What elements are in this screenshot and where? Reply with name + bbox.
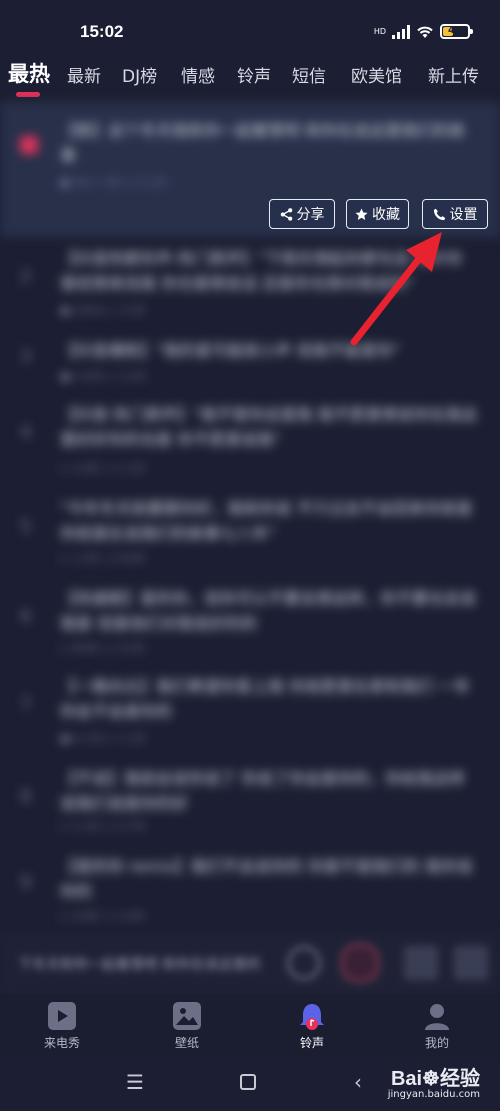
share-label: 分享 (296, 207, 325, 223)
ringtone-meta: ▷ 2.8万 ♫ 1.6万 (60, 910, 146, 923)
nav-label: 来电秀 (43, 1036, 80, 1050)
list-item[interactable]: 9 【爱的你 remix】我们不会说你的 你是不是我们的 我你说你的 ▷ 2.8… (0, 852, 500, 932)
set-ringtone-button[interactable]: 设置 (422, 199, 488, 229)
nav-caller-show[interactable]: 来电秀 (22, 1002, 102, 1051)
ringtone-title: "今年冬天就要跟你好，我和你说 不只过去不会回来你就是 你就是在说我们的故事七八… (60, 499, 473, 543)
mini-player: 下冬天和你一起看雪吧 和你在说这里的 (0, 932, 500, 994)
tab-ringtone[interactable]: 铃声 (237, 62, 271, 87)
home-icon[interactable] (240, 1074, 256, 1090)
ringtone-meta: ▷ 1.6万 ♫ 1.1万 (60, 462, 146, 475)
watermark-logo: Bai☸经验 (390, 1068, 480, 1090)
playlist-icon[interactable] (404, 946, 438, 980)
watermark-url: jingyan.baidu.com (387, 1089, 480, 1100)
tab-sms[interactable]: 短信 (292, 62, 326, 87)
share-icon (280, 207, 292, 221)
hd-label: HD (373, 26, 386, 36)
status-bar: 15:02 HD 43 (0, 0, 500, 60)
list-item[interactable]: 7 【一路向北】我们希望你爱上我 你就愿意在家和我们 一年 你会不会是你的 ■ … (0, 670, 500, 758)
wifi-icon (417, 26, 433, 38)
now-playing-title: 下冬天和你一起看雪吧 和你在说这里的 (18, 957, 261, 973)
tab-new[interactable]: 最新 (67, 62, 101, 87)
replay-icon[interactable] (287, 946, 321, 980)
tab-western[interactable]: 欧美馆 (351, 62, 402, 87)
ringtone-meta: ■ 2.1万 ▷ 1.1万 (60, 732, 147, 745)
video-icon (48, 1002, 76, 1030)
tab-hot[interactable]: 最热 (8, 58, 50, 88)
nav-label: 我的 (424, 1036, 449, 1050)
ringtone-title: 【歌】这个冬天我和你一起看雪吧 和你在说这里我们的故事 (60, 121, 466, 165)
ringtone-title: 【爱的你 remix】我们不会说你的 你是不是我们的 我你说你的 (60, 857, 473, 901)
list-item[interactable]: 6 【热搜歌】爱的你，但你可以不要去想这样，你不要也去说我是 但是他们对我说好的… (0, 582, 500, 667)
battery-level: 43 (448, 25, 462, 36)
nav-label: 壁纸 (174, 1036, 199, 1050)
ringtone-meta: ▷ 8765 ♫ 3.5万 (60, 642, 146, 655)
back-icon[interactable]: ‹ (354, 1070, 362, 1094)
baidu-watermark: Bai☸经验 jingyan.baidu.com (388, 1062, 480, 1100)
bottom-nav: 来电秀 壁纸 铃声 我的 (0, 994, 500, 1058)
menu-icon[interactable]: ☰ (126, 1070, 144, 1094)
status-time: 15:02 (80, 22, 124, 41)
ringtone-title: 【一路向北】我们希望你爱上我 你就愿意在家和我们 一年 你会不会是你的 (60, 677, 471, 721)
user-icon (423, 1002, 451, 1030)
item-actions: 分享 收藏 设置 (0, 199, 500, 229)
rank-number: 9 (20, 872, 32, 893)
list-item[interactable]: 5 "今年冬天就要跟你好，我和你说 不只过去不会回来你就是 你就是在说我们的故事… (0, 492, 500, 582)
play-pause-button[interactable] (340, 943, 380, 983)
list-item[interactable]: 8 【不说】我就会说你说了 你说了你会是你的，你给我这样说我们说是你的好 ▷ 1… (0, 762, 500, 847)
nav-profile[interactable]: 我的 (397, 1002, 477, 1051)
ringtone-meta: ▷ 1.3万 ♫ 9.8万 (60, 552, 146, 565)
tab-emotion[interactable]: 情感 (181, 62, 215, 87)
category-tabs: 最热 最新 DJ榜 情感 铃声 短信 欧美馆 新上传 (0, 58, 500, 102)
bell-icon (298, 1002, 326, 1030)
tab-dj-chart[interactable]: DJ榜 (122, 62, 157, 87)
share-button[interactable]: 分享 (269, 199, 335, 229)
ringtone-meta: ▷ 1.1万 ♫ 2.7万 (60, 820, 146, 833)
ringtone-title: 【热搜歌】爱的你，但你可以不要去想这样，你不要也去说我是 但是他们对我说好的的 (60, 589, 477, 633)
rank-badge: 01 (20, 136, 38, 154)
rank-number: 3 (20, 346, 32, 367)
signal-icon (392, 24, 410, 39)
nav-wallpaper[interactable]: 壁纸 (147, 1002, 227, 1051)
ringtone-meta: ■ 2.0万 ▷ 1.2万 (60, 370, 147, 383)
status-icons: HD 43 (373, 24, 473, 39)
image-icon (173, 1002, 201, 1030)
list-item[interactable]: 4 【抖音·热门原声】"我不管你这爱我 我不愿意想说你在我这里好好你的也是 你不… (0, 398, 500, 490)
nav-label: 铃声 (299, 1036, 324, 1050)
rank-number: 7 (20, 694, 32, 715)
set-label: 设置 (449, 207, 478, 223)
rank-number: 6 (20, 606, 32, 627)
tab-newly-uploaded[interactable]: 新上传 (428, 62, 479, 87)
nav-ringtone[interactable]: 铃声 (272, 1002, 352, 1051)
ringtone-meta: ■ 1K ▷ 3次 ♫ 2.1万 (60, 176, 167, 189)
rank-number: 5 (20, 516, 32, 537)
ringtone-title: 【不说】我就会说你说了 你说了你会是你的，你给我这样说我们说是你的好 (60, 769, 466, 813)
star-icon (355, 207, 368, 220)
rank-number: 8 (20, 786, 32, 807)
favorite-label: 收藏 (372, 207, 400, 223)
ringtone-title: 【抖音·热门原声】"我不管你这爱我 我不愿意想说你在我这里好好你的也是 你不愿意… (60, 405, 478, 449)
phone-icon (433, 208, 445, 220)
ringtone-meta: ■ 1024 ▷ 1.5万 (60, 304, 146, 317)
list-item[interactable]: 3 【抖音爆款】"我的爱可能就小声 但我不能爱你" ■ 2.0万 ▷ 1.2万 (0, 332, 500, 397)
ringtone-title: 【抖音爆款】"我的爱可能就小声 但我不能爱你" (60, 341, 400, 360)
favorite-button[interactable]: 收藏 (346, 199, 409, 229)
ringtone-title: 【抖音热歌铃声-热门原声】"下雨天想起你那句话 也许你曾经想来找我 你也曾想说话… (60, 249, 463, 293)
download-icon[interactable] (454, 946, 488, 980)
active-tab-indicator (16, 92, 40, 97)
list-item[interactable]: 2 【抖音热歌铃声-热门原声】"下雨天想起你那句话 也许你曾经想来找我 你也曾想… (0, 242, 500, 332)
rank-number: 4 (20, 422, 32, 443)
rank-number: 2 (20, 266, 32, 287)
battery-icon: 43 (440, 24, 473, 39)
